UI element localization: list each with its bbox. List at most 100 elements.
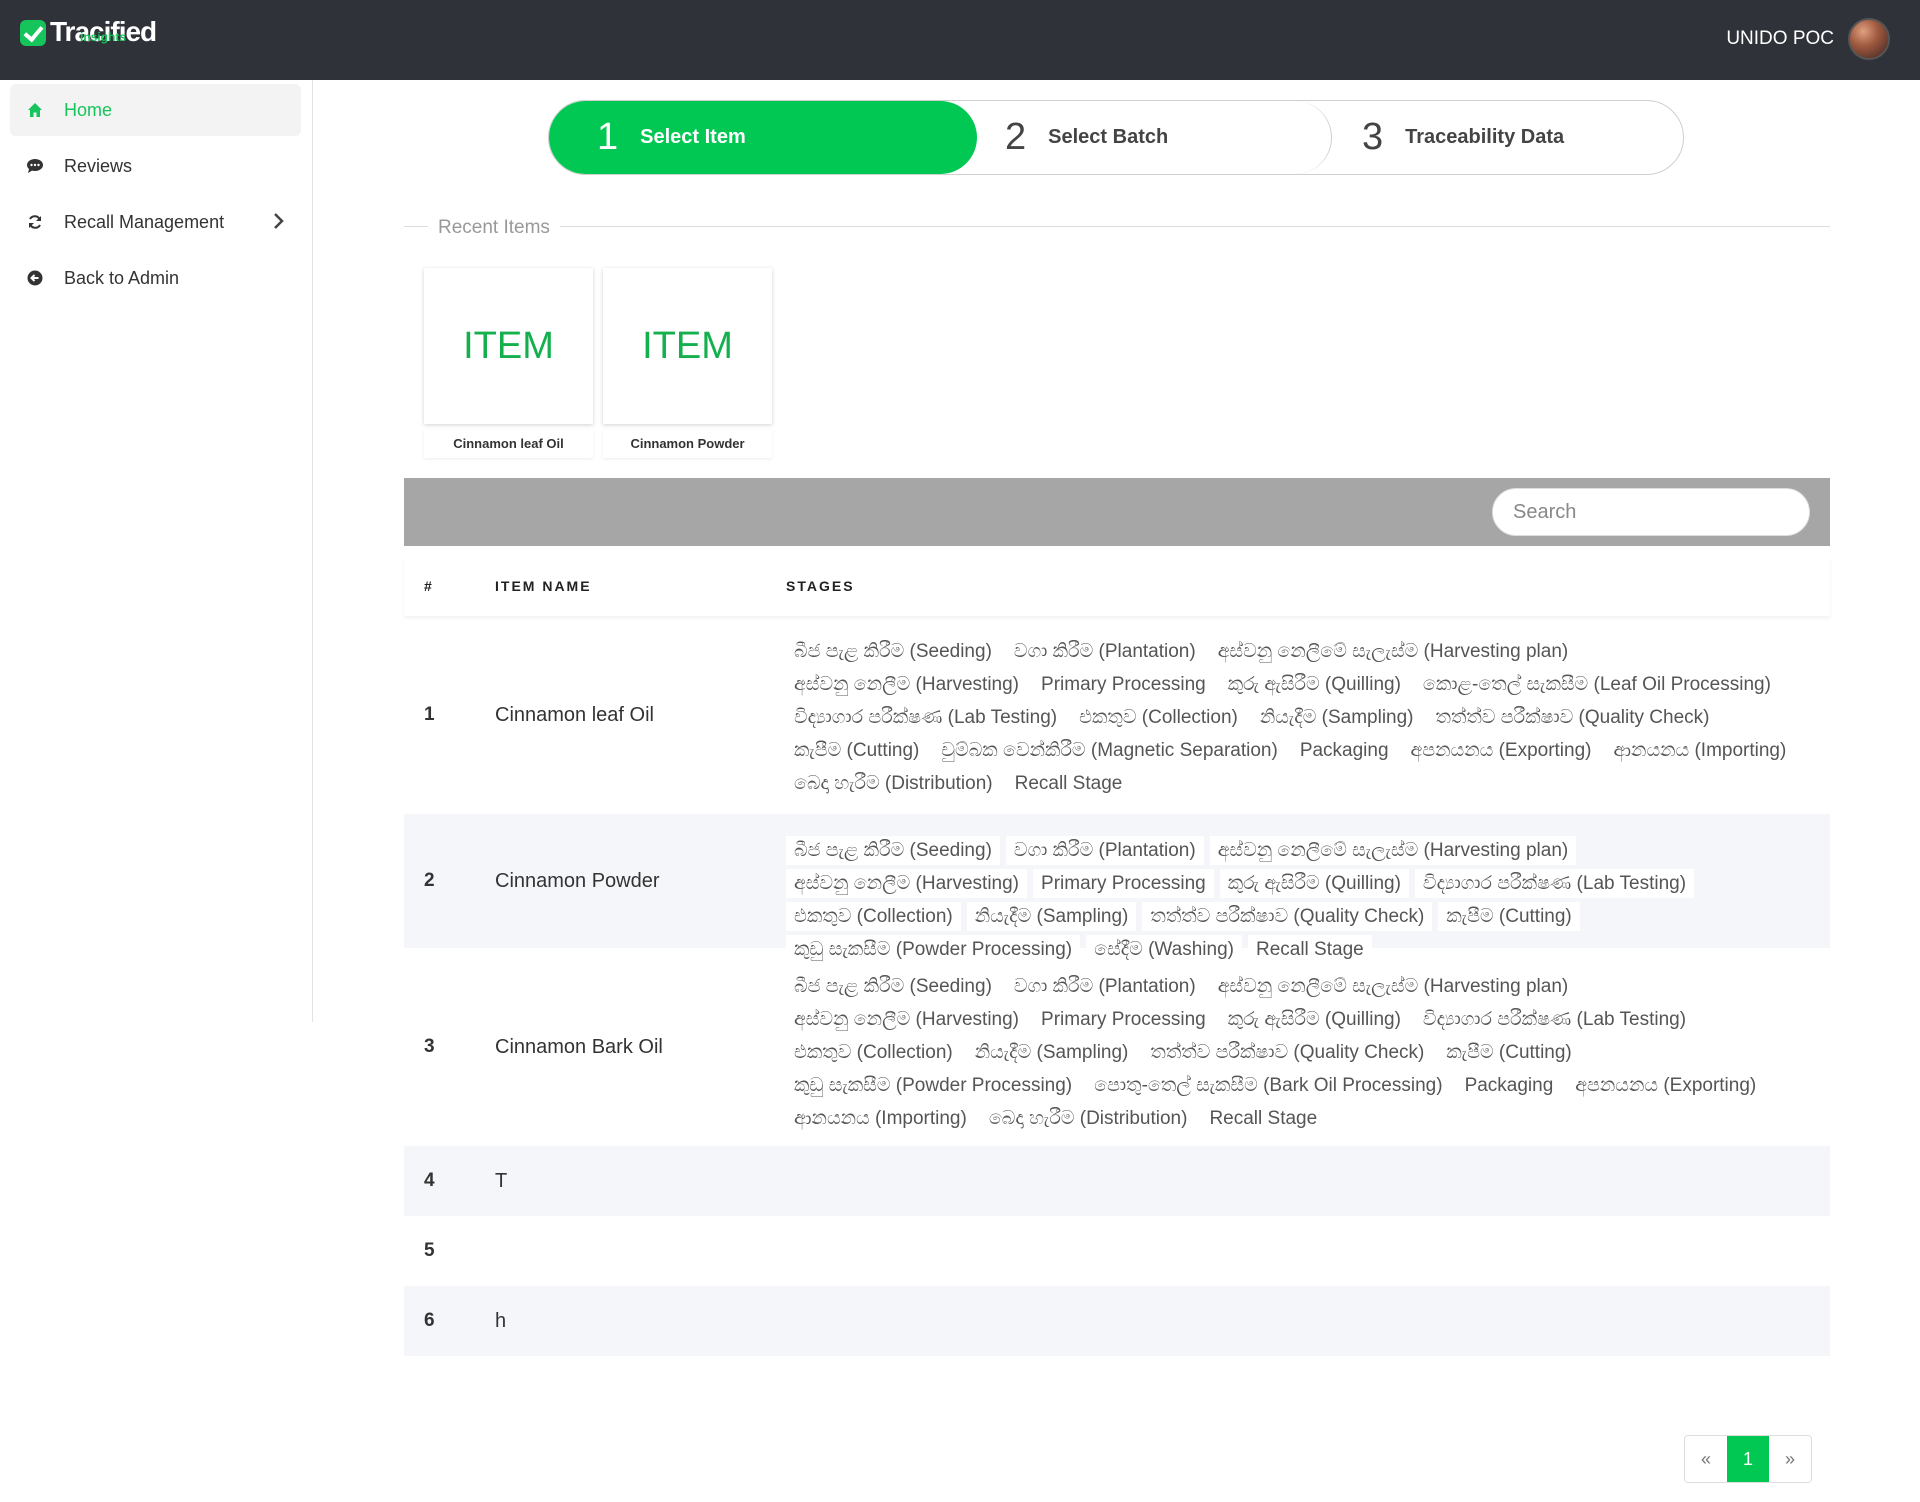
stage-tag: Recall Stage [1201,1104,1326,1133]
table-row[interactable]: 1 Cinnamon leaf Oil බීජ පැළ කිරීම (Seedi… [404,628,1830,814]
stage-tag: අස්වනු නෙලීමේ සැලැස්ම (Harvesting plan) [1209,637,1577,666]
stage-tag: චුම්බක වෙන්කිරීම (Magnetic Separation) [933,736,1286,765]
stage-tag: කුරු ඇසිරීම (Quilling) [1219,670,1409,699]
column-header-number: # [424,578,434,594]
stage-tag: විද්‍යාගාර පරීක්ෂණ (Lab Testing) [786,703,1066,732]
item-name: T [495,1170,508,1192]
stage-tag: කැපීම (Cutting) [1438,902,1580,931]
sidebar-item-label: Recall Management [64,211,225,232]
stage-tag: පොතු-තෙල් සැකසීම (Bark Oil Processing) [1086,1071,1451,1100]
row-number: 1 [424,704,435,725]
stage-tag: ආනයනය (Importing) [786,1104,975,1133]
stage-tag: Primary Processing [1033,869,1214,898]
row-number: 2 [424,870,435,891]
step-number: 3 [1362,116,1384,158]
stage-tag: අස්වනු නෙලීම (Harvesting) [786,670,1028,699]
stage-tag: නියැදීම (Sampling) [1251,703,1422,732]
stage-tag: එකතුව (Collection) [786,902,961,931]
top-bar: Tracified insights UNIDO POC [0,0,1920,80]
stage-tag: තත්ත්ව පරීක්ෂාව (Quality Check) [1142,1038,1433,1067]
sidebar-item-recall-management[interactable]: Recall Management [10,196,301,248]
recent-item-card[interactable]: ITEM Cinnamon Powder [603,268,772,460]
search-bar [404,478,1830,546]
page-1-button[interactable]: 1 [1727,1436,1769,1482]
row-number: 3 [424,1036,435,1057]
stage-tag: තත්ත්ව පරීක්ෂාව (Quality Check) [1142,902,1433,931]
stage-tag: කැපීම (Cutting) [786,736,928,765]
table-row[interactable]: 4 T [404,1146,1830,1216]
stage-tag: බීජ පැළ කිරීම (Seeding) [786,836,1000,865]
stage-tag: අස්වනු නෙලීමේ සැලැස්ම (Harvesting plan) [1209,836,1577,865]
step-number: 1 [597,116,619,158]
row-number: 6 [424,1310,435,1331]
brand-subtitle: insights [80,30,127,44]
stage-list: බීජ පැළ කිරීම (Seeding) වගා කිරීම (Planta… [786,972,1826,1137]
stage-tag: Recall Stage [1006,769,1131,798]
stage-tag: නියැදීම (Sampling) [966,902,1137,931]
step-label: Select Item [640,126,746,148]
pagination: « 1 » [1684,1435,1812,1483]
table-row[interactable]: 5 [404,1216,1830,1286]
recent-items-title: Recent Items [428,217,560,239]
stage-list: බීජ පැළ කිරීම (Seeding) වගා කිරීම (Planta… [786,637,1826,802]
step-label: Traceability Data [1405,126,1565,148]
table-row[interactable]: 3 Cinnamon Bark Oil බීජ පැළ කිරීම (Seedi… [404,948,1830,1146]
sidebar-item-reviews[interactable]: Reviews [10,140,301,192]
stage-tag: කුරු ඇසිරීම (Quilling) [1219,1005,1409,1034]
prev-page-button[interactable]: « [1685,1436,1727,1482]
stage-tag: විද්‍යාගාර පරීක්ෂණ (Lab Testing) [1414,869,1695,898]
stage-tag: බීජ පැළ කිරීම (Seeding) [786,637,1000,666]
stage-tag: එකතුව (Collection) [1071,703,1246,732]
stage-tag: කුඩු සැකසීම (Powder Processing) [786,1071,1081,1100]
item-name: Cinnamon Powder [495,870,660,892]
step-traceability-data[interactable]: 3 Traceability Data [1332,101,1684,174]
next-page-button[interactable]: » [1769,1436,1811,1482]
row-number: 4 [424,1170,435,1191]
stage-tag: Packaging [1456,1071,1562,1100]
table-row[interactable]: 6 h [404,1286,1830,1356]
stage-tag: කොළ-තෙල් සැකසීම (Leaf Oil Processing) [1414,670,1779,699]
sidebar-item-label: Reviews [64,155,133,176]
stage-tag: Packaging [1291,736,1397,765]
stage-tag: බීජ පැළ කිරීම (Seeding) [786,972,1000,1001]
search-input[interactable] [1492,488,1810,536]
item-thumbnail: ITEM [424,268,593,424]
recent-item-card[interactable]: ITEM Cinnamon leaf Oil [424,268,593,460]
stage-tag: අස්වනු නෙලීම (Harvesting) [786,1005,1028,1034]
column-header-item-name: ITEM NAME [495,578,592,594]
stage-tag: අස්වනු නෙලීම (Harvesting) [786,869,1028,898]
step-select-batch[interactable]: 2 Select Batch [977,101,1332,174]
stage-tag: තත්ත්ව පරීක්ෂාව (Quality Check) [1427,703,1718,732]
sidebar: Home Reviews Recall Management Back to A… [0,80,313,1022]
chevron-right-icon[interactable] [273,210,285,236]
stage-tag: අපනයනය (Exporting) [1567,1071,1765,1100]
step-label: Select Batch [1048,126,1169,148]
table-header: # ITEM NAME STAGES [404,556,1830,616]
step-select-item[interactable]: 1 Select Item [549,101,977,174]
item-thumbnail: ITEM [603,268,772,424]
avatar[interactable] [1848,18,1890,60]
item-name: Cinnamon Bark Oil [495,1036,663,1058]
stage-tag: කුරු ඇසිරීම (Quilling) [1219,869,1409,898]
stage-tag: අපනයනය (Exporting) [1402,736,1600,765]
stage-tag: නියැදීම (Sampling) [966,1038,1137,1067]
back-arrow-icon [26,269,44,287]
chat-icon [26,157,44,175]
sidebar-item-back-to-admin[interactable]: Back to Admin [10,252,301,304]
stage-tag: විද්‍යාගාර පරීක්ෂණ (Lab Testing) [1414,1005,1695,1034]
stage-tag: වගා කිරීම (Plantation) [1005,637,1204,666]
stage-tag: Primary Processing [1033,670,1214,699]
item-name: h [495,1310,507,1332]
stage-tag: අස්වනු නෙලීමේ සැලැස්ම (Harvesting plan) [1209,972,1577,1001]
stage-tag: කැපීම (Cutting) [1438,1038,1580,1067]
stage-tag: වගා කිරීම (Plantation) [1005,836,1204,865]
table-row[interactable]: 2 Cinnamon Powder බීජ පැළ කිරීම (Seeding… [404,814,1830,964]
step-number: 2 [1005,116,1027,158]
sidebar-item-home[interactable]: Home [10,84,301,136]
user-name[interactable]: UNIDO POC [1726,28,1834,50]
checkmark-icon [20,20,46,46]
sidebar-item-label: Home [64,99,113,120]
home-icon [26,101,44,119]
sidebar-item-label: Back to Admin [64,267,180,288]
stage-tag: Primary Processing [1033,1005,1214,1034]
